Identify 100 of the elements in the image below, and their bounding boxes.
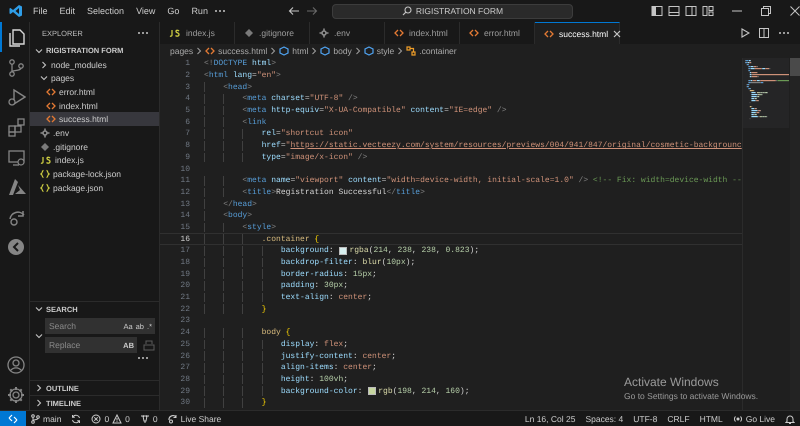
back-arrow-icon[interactable] [288,6,300,16]
html-file-icon [544,28,554,38]
status-item[interactable]: UTF-8 [628,411,662,426]
menu-item[interactable]: Edit [54,6,82,16]
chevron-down-icon[interactable] [35,332,43,340]
menu-item[interactable]: View [130,6,162,16]
tree-item[interactable]: node_modules [30,58,159,72]
antenna-icon [140,414,150,424]
code-text: align-items: center; [280,363,377,372]
code-text: backdrop-filter: blur(10px); [280,258,416,268]
status-item[interactable]: CRLF [662,411,695,426]
cube-icon [364,46,374,56]
forward-arrow-icon[interactable] [306,6,318,16]
run-debug-icon[interactable] [6,87,26,107]
js-file-icon [40,155,52,166]
tree-item[interactable]: package.json [30,180,159,195]
editor-tab[interactable]: index.html [385,22,460,44]
line-number: 19 [179,270,190,279]
more-icon[interactable] [137,356,149,360]
close-icon[interactable] [613,30,622,38]
chevron-circle-icon[interactable] [6,237,26,257]
line-number: 20 [179,281,190,290]
code-text: <style> [241,222,276,232]
extensions-icon[interactable] [6,117,26,137]
go-live-button[interactable]: Go Live [728,411,780,426]
breadcrumb-item[interactable]: style [376,46,394,56]
code-text: } [260,304,266,314]
tree-item[interactable]: index.html [30,98,159,112]
line-number: 23 [179,316,190,326]
command-center[interactable]: RIGISTRATION FORM [332,4,573,18]
activation-message: Go to Settings to activate Windows. [624,391,758,401]
js-file-icon [169,28,181,38]
line-number: 4 [184,94,190,104]
code-text: } [260,398,266,408]
settings-icon[interactable] [6,385,26,405]
code-text: text-align: center; [280,293,372,302]
tree-item[interactable]: success.html [30,112,159,126]
tree-item[interactable]: .gitignore [30,140,159,154]
status-item[interactable]: Ln 16, Col 25 [520,411,580,426]
html-file-icon [46,86,56,97]
live-share-button[interactable]: Live Share [162,411,226,426]
problems-button[interactable]: 0 0 [86,411,135,426]
line-number: 24 [179,328,190,338]
code-text: <!DOCTYPE html> [204,59,276,68]
html-file-icon [205,46,216,56]
panel-right-icon[interactable] [685,5,697,17]
gear-icon [40,128,50,138]
layout-icon[interactable] [702,5,714,17]
menu-item[interactable]: Selection [81,6,130,16]
activation-title: Activate Windows [624,375,720,389]
ports-button[interactable]: 0 [134,411,163,426]
menu-item[interactable]: File [27,6,54,16]
breadcrumb-item[interactable]: body [333,46,352,56]
code-text: background-color: [280,386,364,396]
code-text: .container { [260,234,320,244]
diamond-icon [40,142,50,152]
editor-tab[interactable]: .env [310,22,385,44]
replace-all-icon[interactable] [143,339,155,351]
remote-button[interactable] [0,411,26,426]
editor-tab[interactable]: index.js [160,22,235,44]
split-editor-icon[interactable] [759,28,769,38]
more-icon[interactable] [778,31,790,35]
breadcrumb-item[interactable]: .container [419,46,457,56]
more-icon[interactable] [137,31,149,35]
code-text: padding: 30px; [280,281,348,290]
more-menu-icon[interactable] [214,9,226,13]
chevron-down-icon[interactable] [35,46,43,55]
tree-item[interactable]: pages [30,71,159,86]
breadcrumb-item[interactable]: html [292,46,308,56]
tree-item[interactable]: package-lock.json [30,167,159,181]
breadcrumb-item[interactable]: success.html [218,46,268,56]
account-icon[interactable] [6,355,26,375]
menu-item[interactable]: Go [161,6,186,16]
code-text: height: 100vh; [280,374,348,384]
code-text: border-radius: 15px; [280,270,377,279]
chevron-down-icon[interactable] [35,305,43,313]
line-number: 17 [179,246,190,256]
branch-button[interactable]: main [26,411,66,426]
menu-item[interactable]: Run [185,6,214,16]
chevron-down-icon[interactable] [40,74,48,82]
code-text: href="https://static.vecteezy.com/system/resources/previews/004/941/847/original/cosmetic-backgrounc [260,141,742,150]
close-icon[interactable] [790,6,800,16]
breadcrumb-item[interactable]: pages [170,46,194,56]
status-item[interactable]: Spaces: 4 [580,411,628,426]
scrollbar-thumb[interactable] [790,58,800,76]
error-icon [91,414,102,424]
editor-tab[interactable]: success.html [535,22,620,44]
remote-icon [8,414,18,424]
tree-item[interactable]: index.js [30,154,159,168]
restore-icon[interactable] [761,6,771,16]
panel-bottom-icon[interactable] [668,5,680,17]
chevron-right-icon[interactable] [40,60,48,69]
line-number: 1 [184,59,190,68]
tree-item[interactable]: error.html [30,85,159,99]
run-icon[interactable] [740,28,750,38]
editor-tab[interactable]: .gitignore [235,22,310,44]
gear-icon [319,28,329,38]
panel-left-icon[interactable] [651,5,663,17]
tree-item[interactable]: .env [30,126,159,140]
status-item[interactable]: HTML [694,411,728,426]
